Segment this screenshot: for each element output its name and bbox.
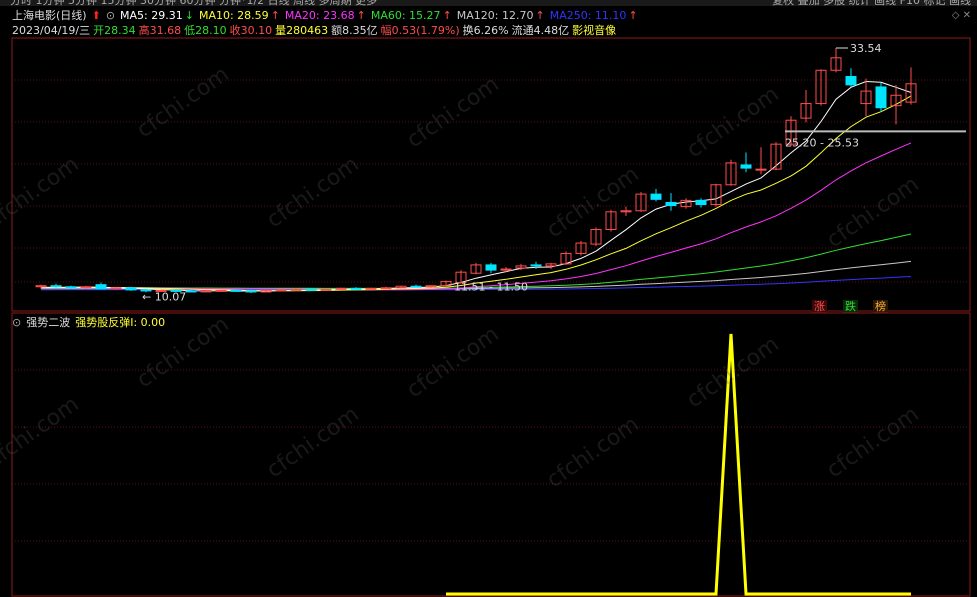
candle-body bbox=[65, 286, 77, 289]
candle-body bbox=[530, 264, 542, 267]
up-candle bbox=[200, 290, 212, 293]
up-candle bbox=[620, 206, 632, 216]
support-zone-label: 25.20 - 25.53 bbox=[785, 136, 859, 149]
down-candle bbox=[410, 284, 422, 288]
indicator-line bbox=[446, 333, 911, 596]
candle-body bbox=[215, 289, 227, 292]
indicator-chart[interactable] bbox=[0, 312, 977, 597]
down-candle bbox=[845, 68, 857, 87]
up-candle bbox=[320, 288, 332, 291]
candle-body bbox=[365, 287, 377, 290]
up-candle bbox=[680, 198, 692, 209]
candlestick-chart[interactable]: 25.20 - 25.53 33.54 ← 10.07 11.51 - 11.50 bbox=[0, 0, 977, 312]
up-candle bbox=[365, 287, 377, 290]
up-candle bbox=[860, 78, 872, 117]
up-candle bbox=[800, 90, 812, 123]
candle-body bbox=[350, 287, 362, 290]
down-candle bbox=[665, 193, 677, 211]
low-price-label: ← 10.07 bbox=[142, 290, 186, 303]
down-candle bbox=[50, 283, 62, 288]
high-price-label: 33.54 bbox=[850, 42, 882, 55]
down-candle bbox=[695, 198, 707, 208]
up-candle bbox=[290, 288, 302, 291]
candle-body bbox=[875, 86, 887, 109]
up-candle bbox=[470, 262, 482, 275]
candle-body bbox=[755, 168, 767, 171]
candle-body bbox=[695, 199, 707, 206]
candle-body bbox=[380, 287, 392, 290]
down-candle bbox=[95, 282, 107, 290]
candle-body bbox=[320, 288, 332, 291]
candle-body bbox=[410, 285, 422, 288]
candle-body bbox=[230, 289, 242, 292]
up-candle bbox=[575, 240, 587, 256]
up-candle bbox=[830, 48, 842, 73]
up-candle bbox=[890, 84, 902, 125]
up-candle bbox=[395, 285, 407, 289]
up-candle bbox=[605, 209, 617, 232]
up-candle bbox=[545, 262, 557, 270]
up-candle bbox=[635, 192, 647, 212]
up-candle bbox=[770, 142, 782, 171]
ma10-line bbox=[40, 95, 912, 292]
up-candle bbox=[380, 286, 392, 290]
candle-body bbox=[665, 201, 677, 207]
ma5-line bbox=[40, 80, 912, 292]
candle-body bbox=[95, 284, 107, 290]
candle-body bbox=[275, 289, 287, 292]
down-candle bbox=[740, 152, 752, 173]
indicator-frame bbox=[11, 312, 971, 597]
candle-body bbox=[245, 290, 257, 293]
up-candle bbox=[725, 159, 737, 186]
up-candle bbox=[815, 69, 827, 106]
candle-body bbox=[485, 264, 497, 271]
up-candle bbox=[275, 289, 287, 292]
down-candle bbox=[485, 262, 497, 274]
up-candle bbox=[905, 67, 917, 105]
candle-body bbox=[740, 164, 752, 169]
up-candle bbox=[215, 289, 227, 292]
candle-body bbox=[185, 290, 197, 293]
up-candle bbox=[710, 183, 722, 207]
candle-body bbox=[125, 287, 137, 291]
down-candle bbox=[125, 286, 137, 291]
range-low-label: 11.51 - 11.50 bbox=[454, 281, 528, 294]
candle-body bbox=[845, 76, 857, 86]
up-candle bbox=[590, 227, 602, 247]
down-candle bbox=[350, 287, 362, 290]
candle-body bbox=[50, 285, 62, 288]
candle-body bbox=[200, 290, 212, 293]
candle-body bbox=[305, 288, 317, 291]
down-candle bbox=[650, 188, 662, 202]
up-candle bbox=[500, 266, 512, 273]
down-candle bbox=[875, 82, 887, 112]
up-candle bbox=[440, 280, 452, 287]
candle-body bbox=[290, 288, 302, 291]
candle-body bbox=[650, 193, 662, 200]
up-candle bbox=[755, 147, 767, 175]
